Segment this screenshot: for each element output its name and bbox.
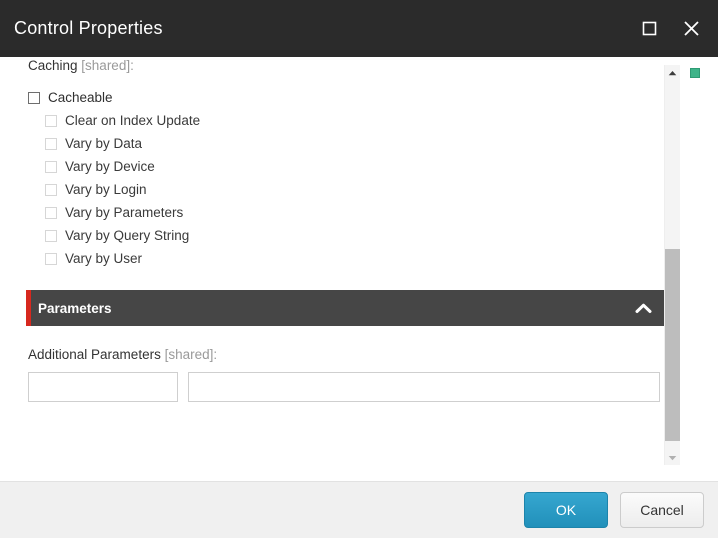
close-icon[interactable]	[678, 16, 704, 42]
caching-label-text: Caching	[28, 58, 78, 73]
caching-shared-tag: [shared]:	[81, 58, 134, 73]
vary-by-device-label: Vary by Device	[65, 159, 155, 174]
section-accent-bar	[26, 290, 31, 326]
scroll-up-arrow-icon[interactable]	[665, 65, 680, 80]
additional-parameters-inputs	[28, 372, 666, 402]
additional-parameter-name-input[interactable]	[28, 372, 178, 402]
vary-by-user-checkbox[interactable]	[45, 253, 57, 265]
chevron-up-icon[interactable]	[635, 303, 652, 314]
vary-by-parameters-label: Vary by Parameters	[65, 205, 183, 220]
vary-by-login-label: Vary by Login	[65, 182, 147, 197]
vary-by-data-label: Vary by Data	[65, 136, 142, 151]
scrollbar-thumb[interactable]	[665, 249, 680, 441]
checkbox-row-vary-by-query-string[interactable]: Vary by Query String	[45, 224, 666, 247]
green-status-marker	[690, 68, 700, 78]
maximize-icon[interactable]	[636, 16, 662, 42]
vary-by-query-string-checkbox[interactable]	[45, 230, 57, 242]
titlebar-buttons	[636, 16, 704, 42]
vary-by-device-checkbox[interactable]	[45, 161, 57, 173]
checkbox-row-vary-by-user[interactable]: Vary by User	[45, 247, 666, 270]
control-properties-dialog: Control Properties Caching [shared]:	[0, 0, 718, 538]
dialog-titlebar: Control Properties	[0, 0, 718, 57]
vary-by-data-checkbox[interactable]	[45, 138, 57, 150]
vary-by-user-label: Vary by User	[65, 251, 142, 266]
dialog-title: Control Properties	[14, 18, 636, 39]
clear-on-index-update-checkbox[interactable]	[45, 115, 57, 127]
checkbox-row-vary-by-login[interactable]: Vary by Login	[45, 178, 666, 201]
checkbox-row-clear-on-index-update[interactable]: Clear on Index Update	[45, 109, 666, 132]
additional-parameters-shared-tag: [shared]:	[165, 347, 218, 362]
checkbox-row-cacheable[interactable]: Cacheable	[28, 86, 666, 109]
parameters-section-header[interactable]: Parameters	[26, 290, 666, 326]
scrollable-content-clip: Caching [shared]: Cacheable Clear on Ind…	[0, 57, 666, 481]
scrollable-content: Caching [shared]: Cacheable Clear on Ind…	[0, 57, 666, 402]
vary-by-query-string-label: Vary by Query String	[65, 228, 189, 243]
dialog-footer: OK Cancel	[0, 481, 718, 538]
caching-label: Caching [shared]:	[28, 57, 666, 75]
checkbox-row-vary-by-device[interactable]: Vary by Device	[45, 155, 666, 178]
additional-parameter-value-input[interactable]	[188, 372, 660, 402]
vary-by-login-checkbox[interactable]	[45, 184, 57, 196]
dialog-content-area: Caching [shared]: Cacheable Clear on Ind…	[0, 57, 718, 481]
additional-parameters-label-text: Additional Parameters	[28, 347, 161, 362]
ok-button[interactable]: OK	[524, 492, 608, 528]
cacheable-checkbox[interactable]	[28, 92, 40, 104]
cancel-button[interactable]: Cancel	[620, 492, 704, 528]
parameters-section-title: Parameters	[38, 301, 112, 316]
clear-on-index-update-label: Clear on Index Update	[65, 113, 200, 128]
vary-by-parameters-checkbox[interactable]	[45, 207, 57, 219]
cacheable-label: Cacheable	[48, 90, 113, 105]
content-scrollbar[interactable]	[664, 65, 680, 465]
checkbox-row-vary-by-data[interactable]: Vary by Data	[45, 132, 666, 155]
additional-parameters-label: Additional Parameters [shared]:	[28, 347, 666, 362]
checkbox-row-vary-by-parameters[interactable]: Vary by Parameters	[45, 201, 666, 224]
scroll-down-arrow-icon[interactable]	[665, 450, 680, 465]
